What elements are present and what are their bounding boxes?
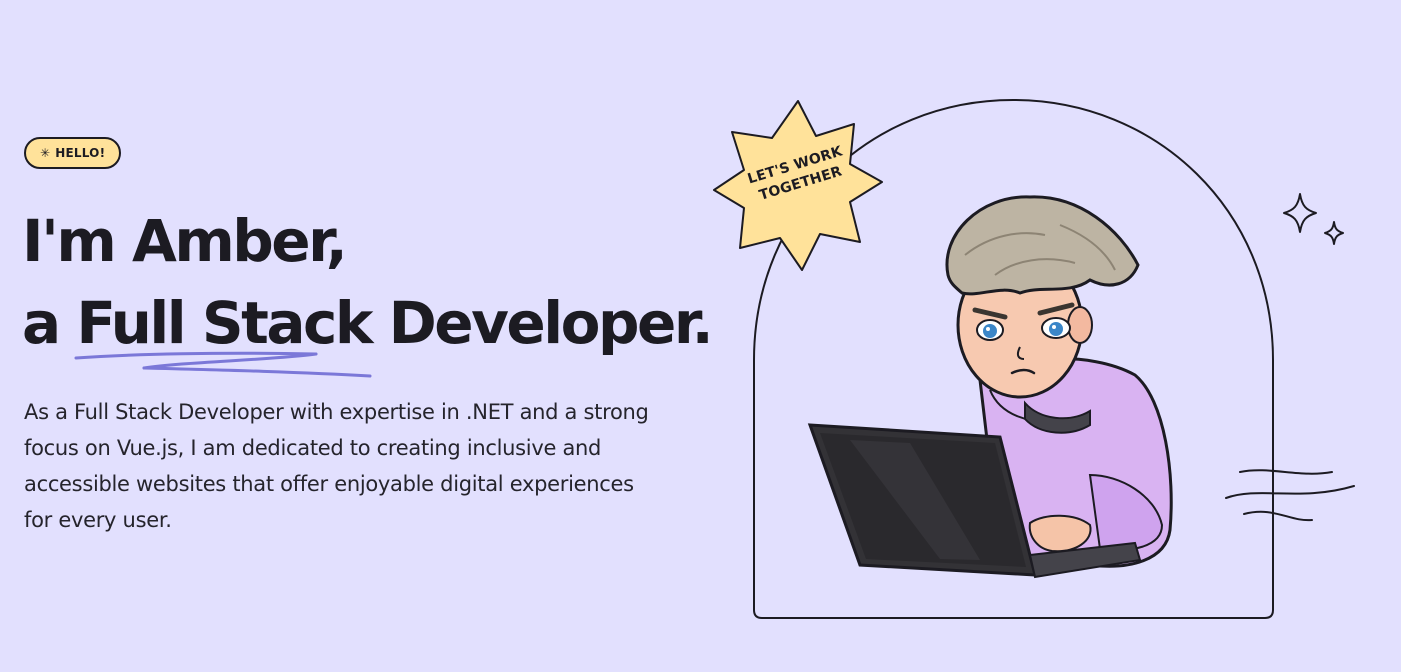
hello-badge-label: HELLO! (55, 146, 106, 160)
sparkles-icon (1283, 193, 1344, 245)
hero-section: ✳ HELLO! I'm Amber, a Full Stack Develop… (0, 0, 1401, 672)
headline-suffix: Developer. (370, 289, 714, 357)
hero-description: As a Full Stack Developer with expertise… (24, 400, 649, 532)
headline-prefix: a (22, 289, 77, 357)
sparkle-icon: ✳ (40, 146, 51, 160)
hero-headline: I'm Amber, a Full Stack Developer. (22, 200, 714, 364)
hello-badge: ✳ HELLO! (24, 137, 122, 169)
headline-line-1: I'm Amber, (22, 207, 348, 275)
wind-lines-decoration (1225, 469, 1355, 522)
developer-character-illustration (807, 195, 1173, 579)
highlight-underline (74, 351, 372, 378)
